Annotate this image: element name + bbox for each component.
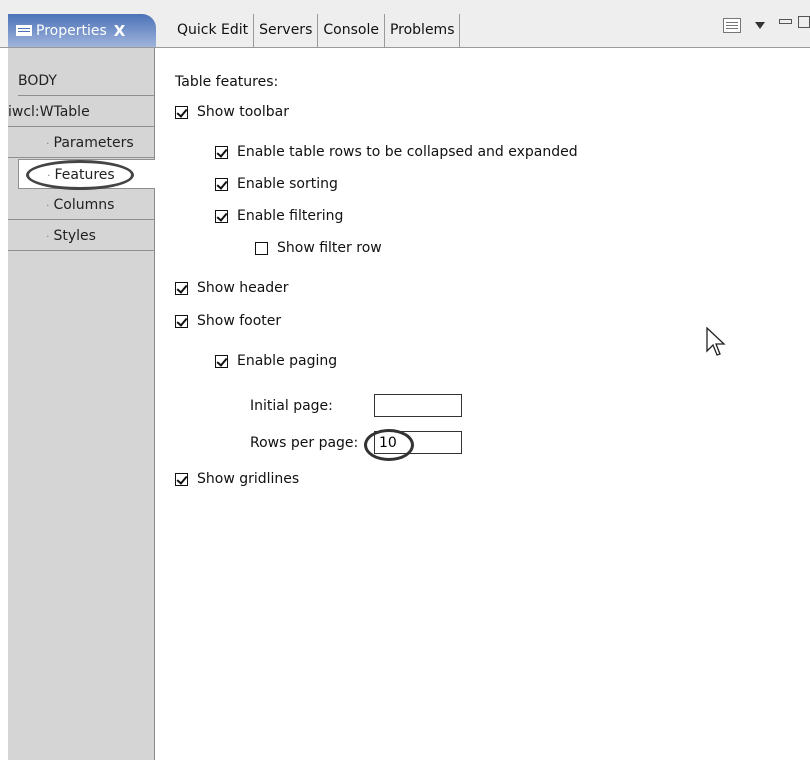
show-footer-checkbox[interactable]: Show footer	[175, 313, 281, 329]
sidebar-item-label: BODY	[18, 73, 57, 89]
sidebar-item-features[interactable]: · Features	[18, 159, 155, 189]
rows-per-page-input[interactable]	[374, 431, 462, 454]
maximize-icon[interactable]	[798, 15, 810, 28]
sidebar-item-body[interactable]: BODY	[18, 66, 154, 96]
enable-filtering-checkbox[interactable]: Enable filtering	[215, 208, 343, 224]
checkbox-checked-icon[interactable]	[175, 472, 188, 486]
enable-paging-checkbox[interactable]: Enable paging	[215, 353, 337, 369]
checkbox-label: Enable sorting	[237, 176, 338, 192]
initial-page-input[interactable]	[374, 394, 462, 417]
chevron-down-icon[interactable]	[755, 22, 765, 29]
checkbox-checked-icon[interactable]	[215, 209, 228, 223]
show-filter-row-checkbox[interactable]: Show filter row	[255, 240, 382, 256]
bullet-icon: ·	[46, 137, 50, 150]
bullet-icon: ·	[47, 169, 51, 182]
tab-properties[interactable]: Properties X	[8, 14, 156, 47]
sidebar-item-label: Parameters	[53, 135, 134, 151]
table-features-heading: Table features:	[175, 74, 279, 90]
minimize-icon[interactable]	[779, 19, 792, 24]
show-toolbar-checkbox[interactable]: Show toolbar	[175, 104, 289, 120]
close-icon[interactable]: X	[114, 22, 126, 40]
view-menu-icon[interactable]	[723, 18, 741, 33]
checkbox-label: Show toolbar	[197, 104, 289, 120]
tab-console[interactable]: Console	[318, 14, 385, 47]
checkbox-label: Show header	[197, 280, 289, 296]
sidebar-item-styles[interactable]: · Styles	[8, 221, 154, 251]
rows-per-page-label: Rows per page:	[250, 435, 359, 451]
sidebar-item-label: iwcl:WTable	[8, 104, 90, 120]
view-toolbar	[723, 15, 810, 33]
initial-page-label: Initial page:	[250, 398, 333, 414]
tab-servers[interactable]: Servers	[254, 14, 319, 47]
sidebar-item-label: Styles	[53, 228, 96, 244]
checkbox-checked-icon[interactable]	[215, 354, 228, 368]
show-header-checkbox[interactable]: Show header	[175, 280, 289, 296]
checkbox-label: Enable filtering	[237, 208, 344, 224]
view-tab-bar: Properties X Quick Edit Servers Console …	[0, 0, 810, 48]
bullet-icon: ·	[46, 230, 50, 243]
checkbox-unchecked-icon[interactable]	[255, 241, 268, 255]
checkbox-checked-icon[interactable]	[215, 177, 228, 191]
checkbox-checked-icon[interactable]	[175, 281, 188, 295]
tab-list: Quick Edit Servers Console Problems	[172, 14, 461, 47]
sidebar-item-iwcl-wtable[interactable]: iwcl:WTable	[8, 97, 154, 127]
checkbox-label: Show filter row	[277, 240, 382, 256]
bullet-icon: ·	[46, 199, 50, 212]
checkbox-checked-icon[interactable]	[215, 145, 228, 159]
tab-quick-edit[interactable]: Quick Edit	[172, 14, 255, 47]
checkbox-label: Show footer	[197, 313, 282, 329]
tab-problems[interactable]: Problems	[385, 14, 461, 47]
sidebar-item-label: Columns	[53, 197, 115, 213]
property-sections-sidebar: BODY iwcl:WTable · Parameters · Features ·…	[8, 48, 155, 760]
enable-sorting-checkbox[interactable]: Enable sorting	[215, 176, 338, 192]
properties-view-icon	[16, 25, 32, 36]
sidebar-item-columns[interactable]: · Columns	[8, 190, 154, 220]
mouse-pointer-icon	[706, 327, 726, 356]
sidebar-item-label: Features	[54, 167, 115, 183]
sidebar-item-parameters[interactable]: · Parameters	[8, 128, 154, 158]
checkbox-checked-icon[interactable]	[175, 314, 188, 328]
checkbox-label: Enable paging	[237, 353, 338, 369]
enable-collapse-checkbox[interactable]: Enable table rows to be collapsed and ex…	[215, 144, 578, 160]
checkbox-label: Show gridlines	[197, 471, 300, 487]
tab-properties-label: Properties	[36, 22, 107, 39]
checkbox-label: Enable table rows to be collapsed and ex…	[237, 144, 578, 160]
checkbox-checked-icon[interactable]	[175, 105, 188, 119]
show-gridlines-checkbox[interactable]: Show gridlines	[175, 471, 299, 487]
